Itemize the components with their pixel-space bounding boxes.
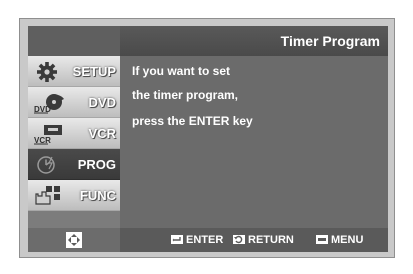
gear-icon bbox=[37, 62, 57, 82]
menu-item-label: FUNC bbox=[79, 188, 116, 203]
menu-item-func[interactable]: FUNC bbox=[28, 180, 120, 211]
menu-key-icon bbox=[316, 235, 328, 244]
function-icon bbox=[35, 186, 60, 205]
menu-item-setup[interactable]: SETUP bbox=[28, 56, 120, 87]
menu-item-vcr[interactable]: VCR VCR bbox=[28, 118, 120, 149]
menu-item-label: PROG bbox=[77, 157, 116, 172]
menu-top-spacer bbox=[28, 26, 120, 56]
enter-hint: ENTER bbox=[171, 234, 223, 246]
enter-icon bbox=[171, 235, 183, 244]
direction-pad-icon bbox=[66, 232, 82, 248]
side-menu: SETUP DVD DVD VCR VCR PROG FUNC bbox=[28, 26, 120, 252]
return-label: RETURN bbox=[248, 234, 294, 246]
message-line-3: press the ENTER key bbox=[132, 114, 253, 128]
menu-label: MENU bbox=[331, 234, 364, 246]
osd-screen: SETUP DVD DVD VCR VCR PROG FUNC Timer Pr… bbox=[28, 26, 388, 252]
osd-frame: SETUP DVD DVD VCR VCR PROG FUNC Timer Pr… bbox=[19, 18, 395, 258]
vcr-icon: VCR bbox=[34, 125, 62, 145]
return-icon bbox=[233, 235, 245, 244]
menu-item-label: VCR bbox=[88, 126, 116, 141]
menu-item-dvd[interactable]: DVD DVD bbox=[28, 87, 120, 118]
navigation-cell bbox=[28, 228, 120, 252]
message-panel: If you want to set the timer program, pr… bbox=[120, 56, 388, 228]
return-hint: RETURN bbox=[233, 234, 294, 246]
menu-item-label: SETUP bbox=[72, 64, 116, 79]
menu-item-prog[interactable]: PROG bbox=[28, 149, 120, 180]
enter-label: ENTER bbox=[186, 234, 224, 246]
message-line-1: If you want to set bbox=[132, 64, 231, 78]
title-bar: Timer Program bbox=[120, 26, 388, 56]
message-line-2: the timer program, bbox=[132, 88, 239, 102]
timer-clock-icon bbox=[37, 156, 55, 174]
menu-hint: MENU bbox=[316, 234, 363, 246]
dvd-icon: DVD bbox=[34, 94, 64, 114]
page-title: Timer Program bbox=[280, 33, 380, 49]
menu-item-label: DVD bbox=[88, 95, 116, 110]
footer-bar: ENTER RETURN MENU bbox=[28, 228, 388, 252]
